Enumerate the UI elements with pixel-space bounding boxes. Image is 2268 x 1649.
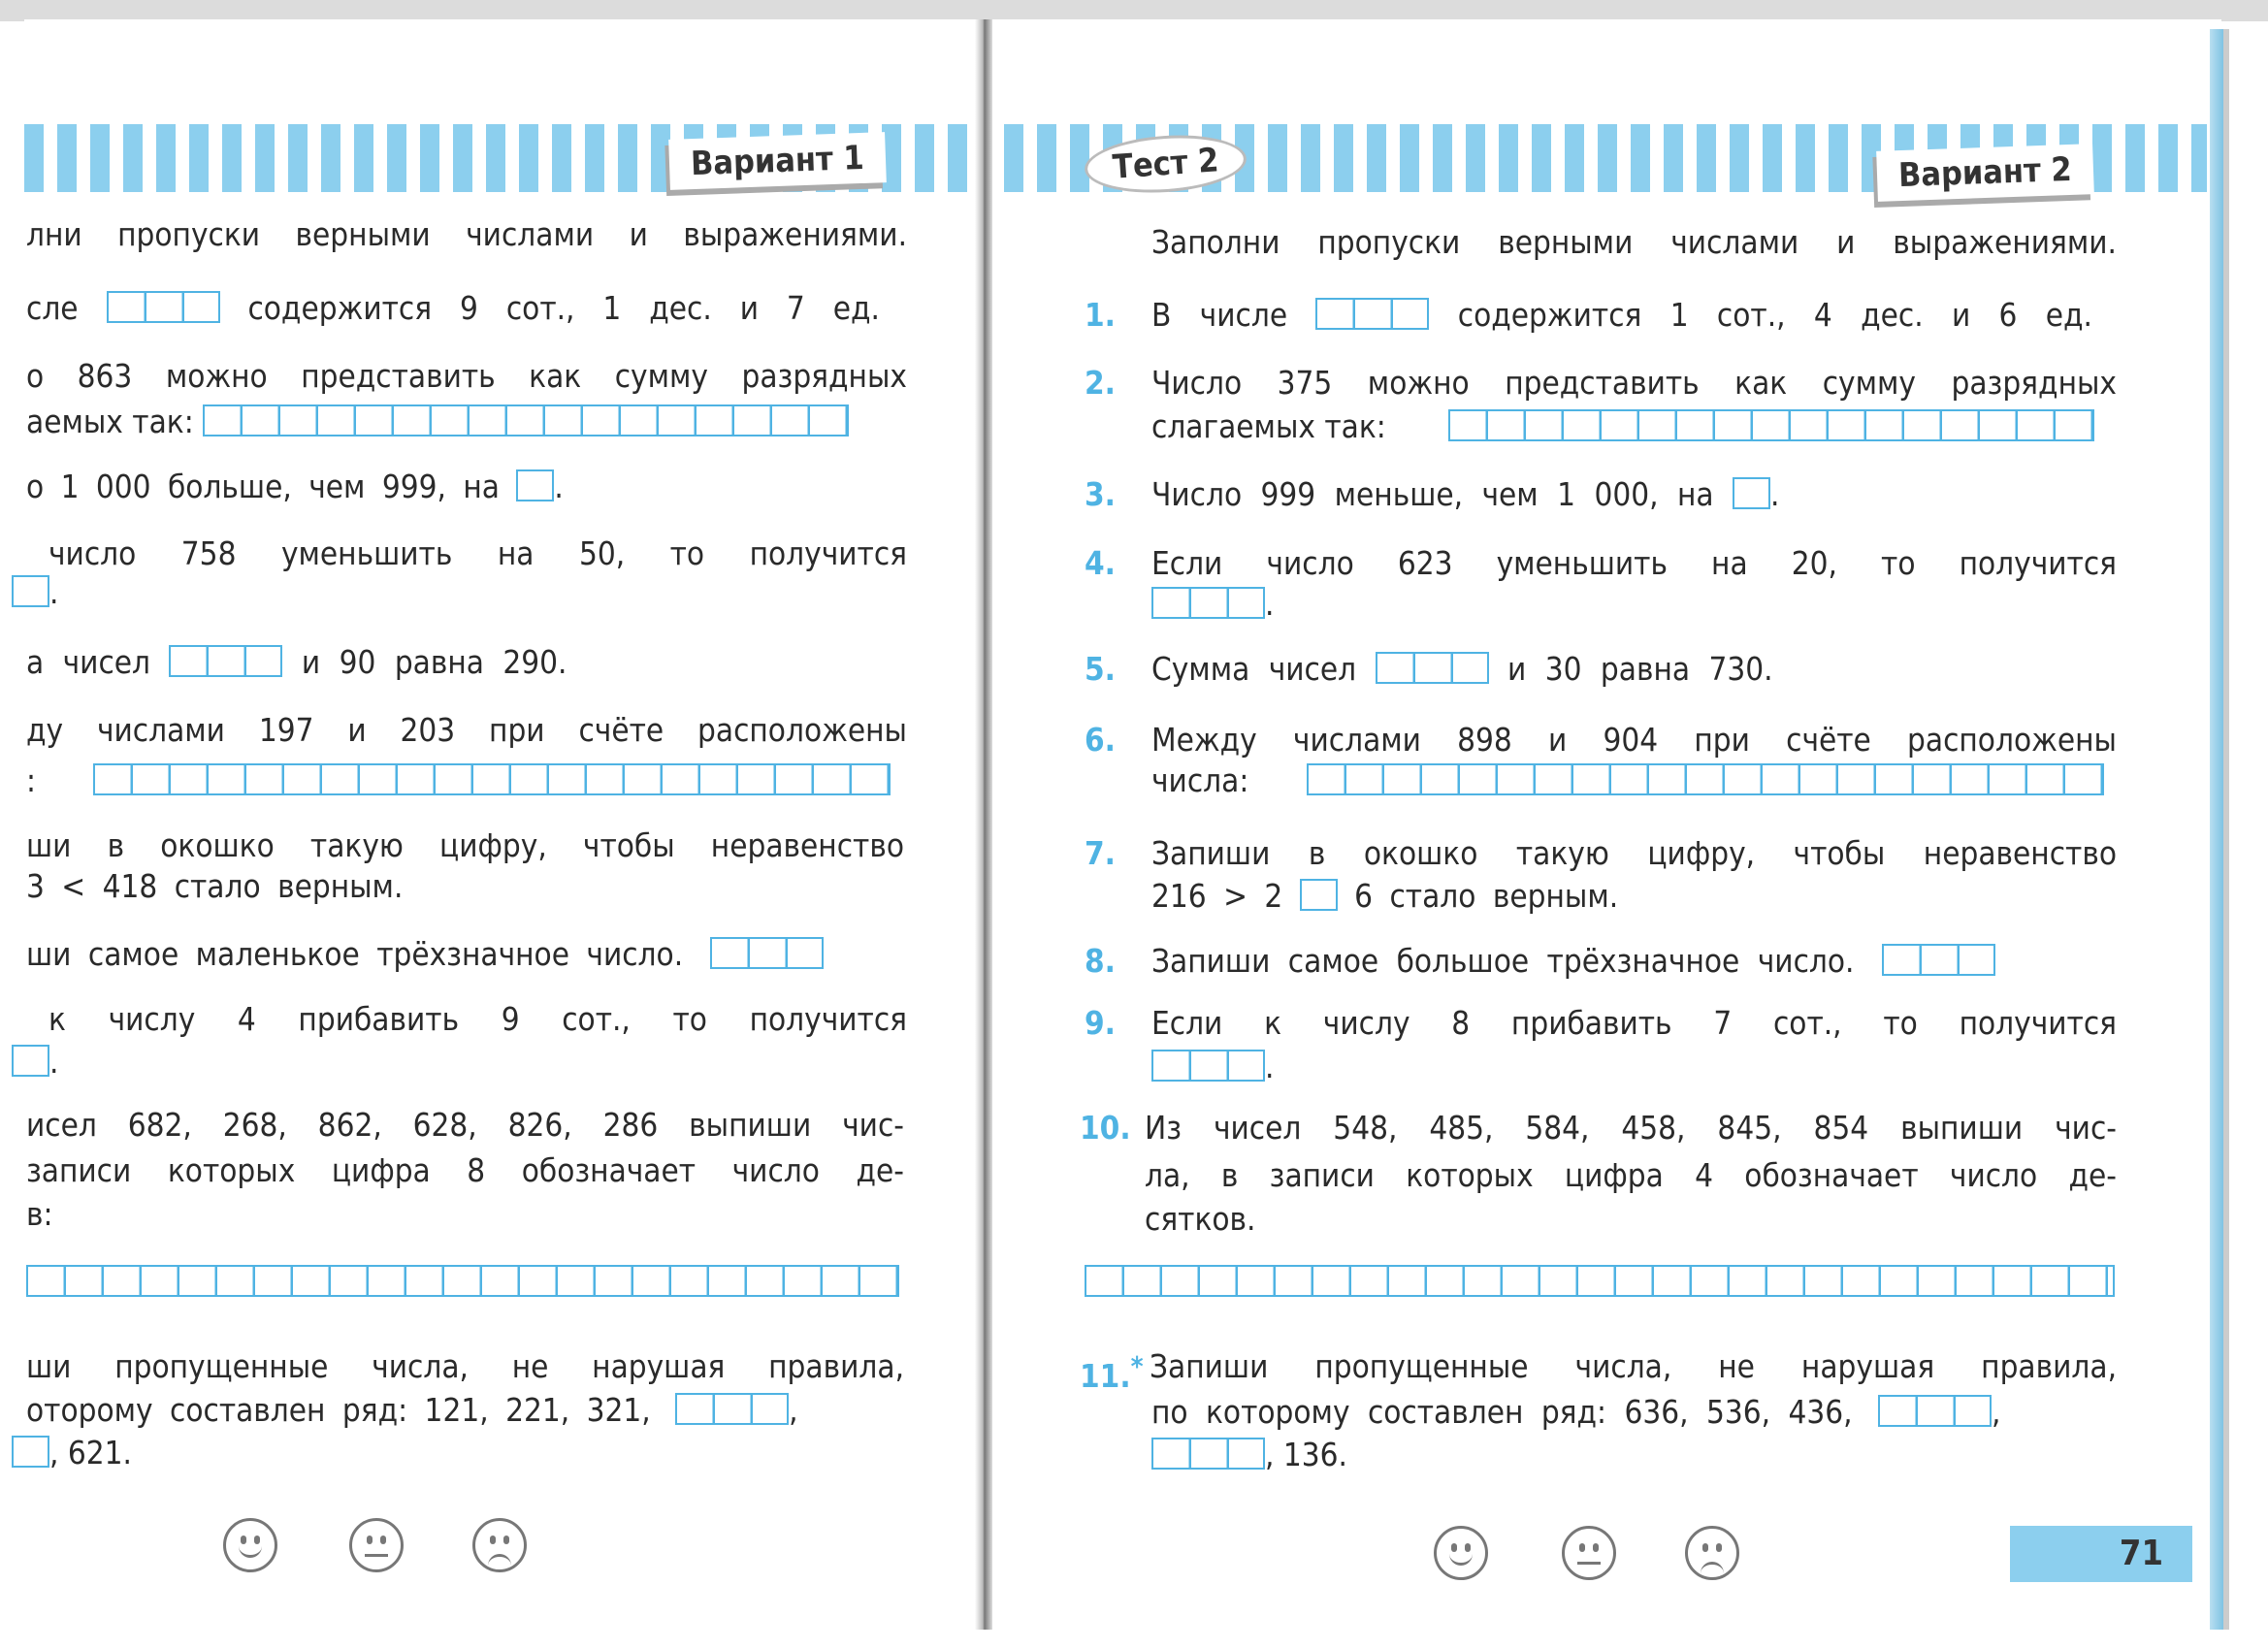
smiley-sad-icon[interactable]: [1685, 1526, 1739, 1580]
task-number: 10.: [1080, 1109, 1131, 1147]
scan-top-edge: [0, 0, 2268, 21]
task-7: Запиши в окошко такую цифру, чтобы нерав…: [1151, 834, 2117, 872]
task-10-cont: записи которых цифра 8 обозначает число …: [26, 1151, 904, 1189]
smiley-happy-icon[interactable]: [1434, 1526, 1488, 1580]
task-9-cont: .: [12, 1041, 58, 1083]
task-6-cont: числа:: [1151, 760, 2104, 802]
answer-box[interactable]: [106, 291, 220, 323]
smiley-sad-icon[interactable]: [472, 1518, 527, 1572]
task-2-cont: аемых так:: [26, 401, 850, 443]
task-9: к числу 4 прибавить 9 сот., то получится: [49, 1000, 907, 1038]
task-6-cont: :: [26, 760, 891, 802]
answer-box[interactable]: [675, 1393, 790, 1425]
task-3: о 1 000 больше, чем 999, на .: [26, 468, 564, 505]
answer-box[interactable]: [1151, 1050, 1265, 1082]
page-edge-strip: [2210, 29, 2223, 1630]
task-10-cont: ла, в записи которых цифра 4 обозначает …: [1145, 1156, 2117, 1194]
task-5: а чисел и 90 равна 290.: [26, 643, 567, 681]
task-6: Между числами 898 и 904 при счёте распол…: [1151, 721, 2117, 759]
task-8: ши самое маленькое трёхзначное число.: [26, 933, 824, 976]
answer-grid[interactable]: [1448, 409, 2095, 441]
answer-grid[interactable]: [93, 763, 891, 795]
smiley-neutral-icon[interactable]: [349, 1518, 404, 1572]
smiley-happy-icon[interactable]: [223, 1518, 277, 1572]
task-number: 5.: [1085, 650, 1116, 688]
task-3: Число 999 меньше, чем 1 000, на .: [1151, 475, 1780, 513]
book-gutter: [975, 19, 992, 1630]
answer-grid[interactable]: [26, 1265, 899, 1297]
task-7: ши в окошко такую цифру, чтобы неравенст…: [26, 826, 904, 864]
task-1: сле содержится 9 сот., 1 дес. и 7 ед.: [26, 289, 880, 327]
task-9: Если к числу 8 прибавить 7 сот., то полу…: [1151, 1004, 2117, 1042]
task-number: 9.: [1085, 1004, 1116, 1042]
task-11-cont: по которому составлен ряд: 636, 536, 436…: [1151, 1393, 2001, 1431]
task-number: 7.: [1085, 834, 1116, 872]
answer-grid[interactable]: [1085, 1265, 2115, 1297]
task-7-cont: 216 > 2 6 стало верным.: [1151, 877, 1619, 915]
answer-box[interactable]: [1733, 477, 1770, 509]
answer-grid[interactable]: [203, 404, 850, 436]
task-number: 2.: [1085, 364, 1116, 402]
task-10-cont2: сятков.: [1145, 1200, 1256, 1238]
task-8: Запиши самое большое трёхзначное число.: [1151, 940, 1995, 983]
instruction: Заполни пропуски верными числами и выраж…: [1151, 223, 2117, 261]
task-5: Сумма чисел и 30 равна 730.: [1151, 650, 1773, 688]
answer-box[interactable]: [12, 1436, 49, 1468]
task-2: Число 375 можно представить как сумму ра…: [1151, 364, 2117, 402]
task-11-cont2: , 621.: [12, 1432, 132, 1474]
task-9-cont: .: [1151, 1046, 1274, 1088]
answer-box[interactable]: [1299, 879, 1338, 911]
task-number: 6.: [1085, 721, 1116, 759]
task-number: 11.*: [1080, 1351, 1144, 1395]
task-7-cont: 3 < 418 стало верным.: [26, 867, 404, 905]
page-number: 71: [2010, 1526, 2192, 1582]
answer-grid[interactable]: [1306, 763, 2104, 795]
answer-box[interactable]: [169, 645, 283, 677]
answer-box[interactable]: [1151, 587, 1265, 619]
task-10: исел 682, 268, 862, 628, 826, 286 выпиши…: [26, 1106, 904, 1144]
task-11: ши пропущенные числа, не нарушая правила…: [26, 1347, 904, 1385]
answer-box[interactable]: [1151, 1438, 1265, 1470]
task-number: 1.: [1085, 296, 1116, 334]
answer-box[interactable]: [709, 937, 824, 969]
task-10: Из чисел 548, 485, 584, 458, 845, 854 вы…: [1145, 1109, 2117, 1147]
answer-box[interactable]: [12, 575, 49, 607]
answer-box[interactable]: [1878, 1395, 1993, 1427]
answer-box[interactable]: [1881, 944, 1995, 976]
task-4: число 758 уменьшить на 50, то получится: [49, 534, 907, 572]
task-11-cont2: , 136.: [1151, 1434, 1347, 1476]
answer-box[interactable]: [12, 1045, 49, 1077]
task-number: 4.: [1085, 544, 1116, 582]
variant-tab-left: Вариант 1: [668, 132, 887, 190]
answer-box[interactable]: [516, 469, 555, 501]
instruction: лни пропуски верными числами и выражения…: [26, 215, 907, 253]
task-1: В числе содержится 1 сот., 4 дес. и 6 ед…: [1151, 296, 2092, 334]
star-mark: *: [1130, 1351, 1144, 1382]
task-2-cont: слагаемых так:: [1151, 405, 2095, 448]
task-6: ду числами 197 и 203 при счёте расположе…: [26, 711, 907, 749]
task-10-grid: [1085, 1261, 2115, 1304]
variant-tab-right: Вариант 2: [1876, 144, 2094, 202]
page-edge-shadow: [2223, 29, 2229, 1630]
answer-box[interactable]: [1315, 298, 1430, 330]
task-number: 3.: [1085, 475, 1116, 513]
task-11-cont: оторому составлен ряд: 121, 221, 321, ,: [26, 1391, 798, 1429]
smiley-neutral-icon[interactable]: [1562, 1526, 1616, 1580]
task-2: о 863 можно представить как сумму разряд…: [26, 357, 907, 395]
task-11: Запиши пропущенные числа, не нарушая пра…: [1150, 1347, 2117, 1385]
task-4-cont: .: [1151, 583, 1274, 626]
task-10-grid: [26, 1261, 899, 1304]
answer-box[interactable]: [1375, 652, 1489, 684]
task-number: 8.: [1085, 942, 1116, 980]
task-4: Если число 623 уменьшить на 20, то получ…: [1151, 544, 2117, 582]
task-4-cont: .: [12, 571, 58, 614]
task-10-cont2: в:: [26, 1195, 53, 1233]
